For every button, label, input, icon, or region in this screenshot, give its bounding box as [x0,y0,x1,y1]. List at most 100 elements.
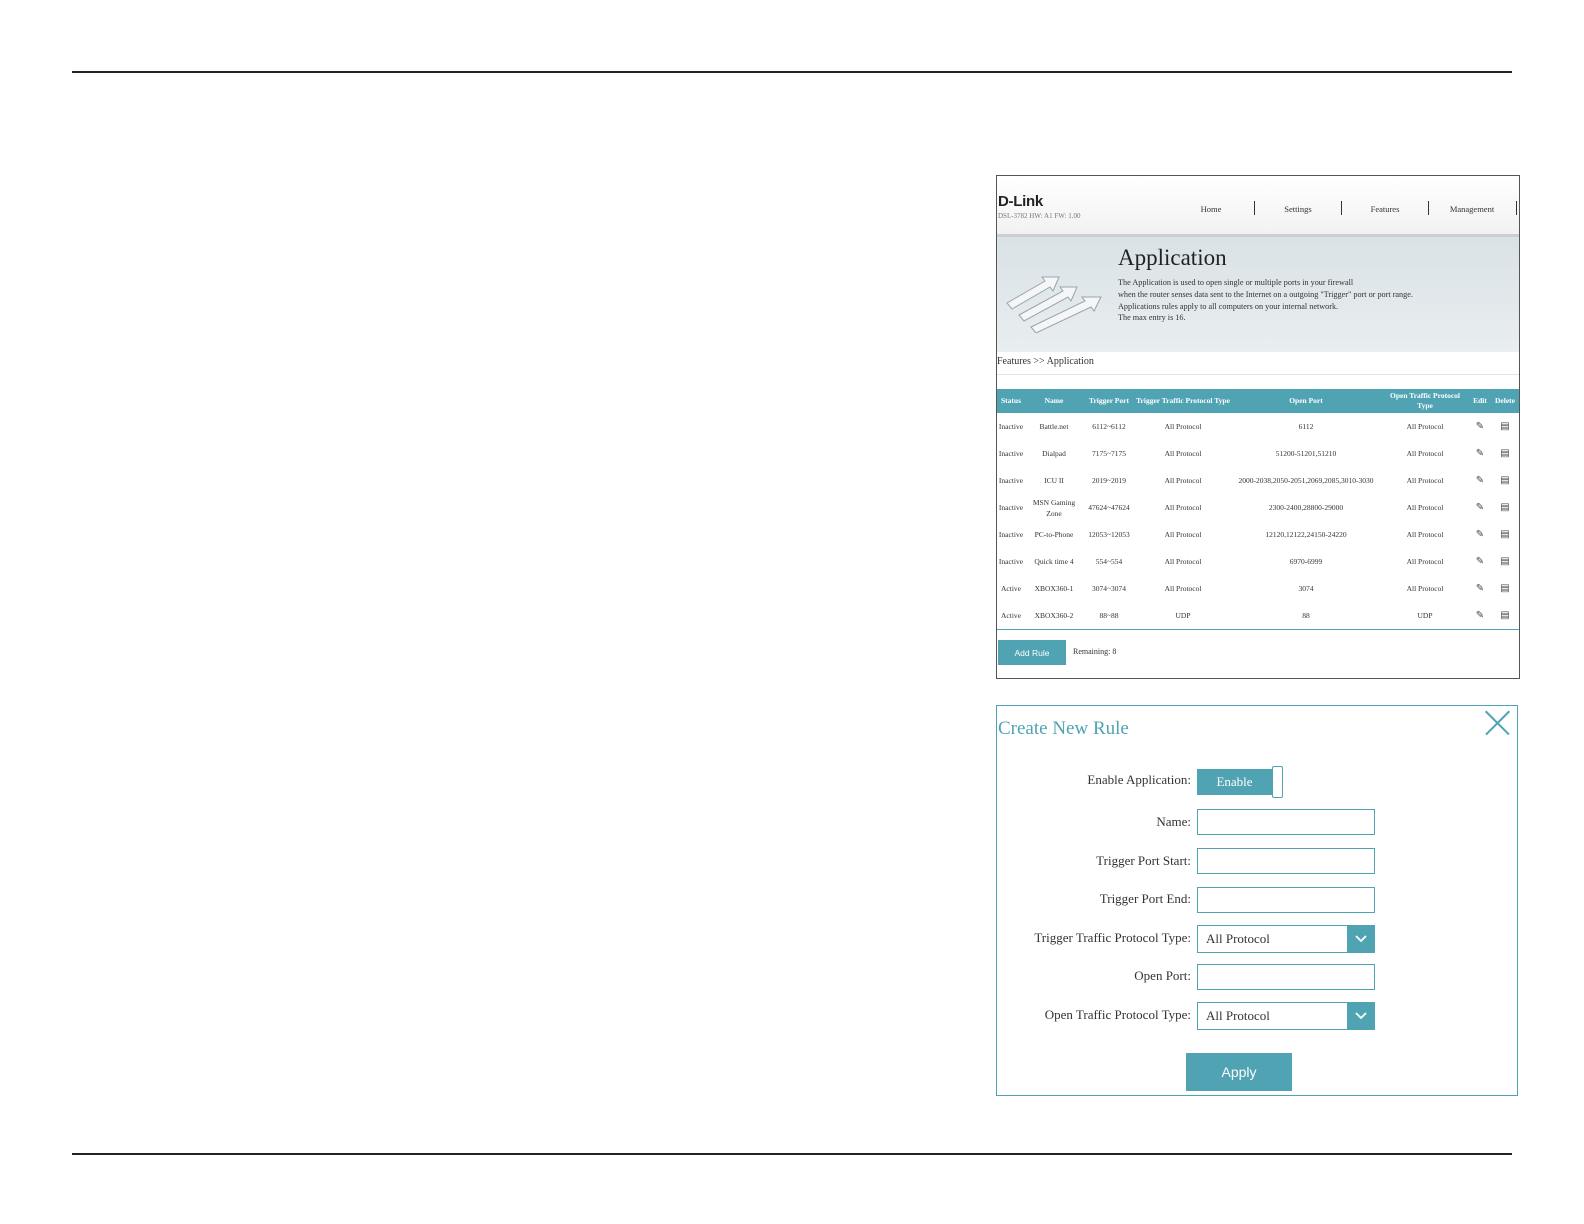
rule-open-proto: All Protocol [1406,530,1444,539]
trigger-protocol-select[interactable]: All Protocol [1197,925,1375,953]
open-protocol-select[interactable]: All Protocol [1197,1002,1375,1030]
rule-trigger-port: 47624~47624 [1088,503,1130,512]
rule-name: Quick time 4 [1034,557,1074,566]
page-title: Application [1118,245,1227,270]
chevron-down-icon[interactable] [1347,926,1374,952]
rule-trigger-port: 88~88 [1099,611,1119,620]
rule-status: Inactive [998,476,1024,485]
rule-name: PC-to-Phone [1034,530,1074,539]
rule-open-proto: All Protocol [1406,422,1444,431]
model-info: DSL-3782 HW: A1 FW: 1.00 [998,212,1081,220]
bottom-divider [72,1153,1512,1155]
application-arrows-icon [1006,276,1102,333]
delete-cell: ▤ [1491,413,1519,440]
rule-trigger-port: 12053~12053 [1088,530,1130,539]
page-description: The Application is used to open single o… [1118,278,1413,323]
close-icon[interactable] [1484,710,1510,736]
rule-trigger-proto: All Protocol [1164,503,1202,512]
rule-trigger-proto: All Protocol [1164,449,1202,458]
name-label: Name: [1156,814,1191,829]
rule-name: Battle.net [1039,422,1069,431]
rule-trigger-proto: All Protocol [1164,557,1202,566]
open-port-input[interactable] [1197,964,1375,990]
trigger-protocol-value: All Protocol [1206,931,1270,946]
open-port-label: Open Port: [1134,968,1191,983]
enable-application-toggle[interactable]: Enable [1197,766,1285,798]
trash-icon[interactable]: ▤ [1500,556,1509,567]
hero-banner: Application The Application is used to o… [997,234,1519,352]
col-open-proto: Open Traffic Protocol Type [1381,389,1469,413]
edit-cell: ✎ [1469,467,1491,494]
rule-status: Inactive [998,449,1024,458]
col-trigger-port: Trigger Port [1083,389,1135,413]
rule-open-port: 51200-51201,51210 [1275,449,1337,458]
pencil-icon[interactable]: ✎ [1476,475,1484,486]
table-row: Active XBOX360-2 88~88 UDP 88 UDP ✎ ▤ [997,602,1519,629]
trash-icon[interactable]: ▤ [1500,610,1509,621]
rule-status: Inactive [998,530,1024,539]
trash-icon[interactable]: ▤ [1500,421,1509,432]
rule-trigger-proto: All Protocol [1164,584,1202,593]
open-protocol-label: Open Traffic Protocol Type: [1044,1007,1191,1022]
apply-button[interactable]: Apply [1186,1053,1292,1091]
rule-trigger-port: 7175~7175 [1091,449,1127,458]
col-edit: Edit [1469,389,1491,413]
rule-open-proto: All Protocol [1406,449,1444,458]
nav-settings[interactable]: Settings [1258,204,1338,214]
pencil-icon[interactable]: ✎ [1476,448,1484,459]
pencil-icon[interactable]: ✎ [1476,502,1484,513]
trash-icon[interactable]: ▤ [1500,529,1509,540]
edit-cell: ✎ [1469,413,1491,440]
dialog-title: Create New Rule [998,718,1129,739]
toggle-state: Enable [1197,769,1272,795]
table-row: Inactive Battle.net 6112~6112 All Protocol 6… [997,413,1519,440]
rule-trigger-port: 3074~3074 [1091,584,1127,593]
rule-trigger-proto: All Protocol [1164,422,1202,431]
breadcrumb: Features >> Application [997,356,1094,367]
nav-separator [1428,201,1429,215]
rule-open-port: 6112 [1298,422,1314,431]
pencil-icon[interactable]: ✎ [1476,556,1484,567]
nav-separator [1516,201,1517,215]
trash-icon[interactable]: ▤ [1500,502,1509,513]
name-input[interactable] [1197,809,1375,835]
trigger-port-end-input[interactable] [1197,887,1375,913]
trash-icon[interactable]: ▤ [1500,583,1509,594]
trigger-port-start-label: Trigger Port Start: [1096,853,1191,868]
rule-status: Active [1001,611,1021,620]
pencil-icon[interactable]: ✎ [1476,610,1484,621]
rule-open-proto: All Protocol [1406,476,1444,485]
col-status: Status [997,389,1025,413]
toggle-knob[interactable] [1272,766,1283,798]
dlink-logo: D-Link [998,193,1043,210]
rule-trigger-port: 554~554 [1095,557,1123,566]
top-divider [72,71,1512,73]
rule-open-proto: All Protocol [1406,557,1444,566]
nav-features[interactable]: Features [1345,204,1425,214]
col-open-port: Open Port [1231,389,1381,413]
edit-cell: ✎ [1469,521,1491,548]
open-protocol-value: All Protocol [1206,1008,1270,1023]
nav-separator [1254,201,1255,215]
trigger-port-start-input[interactable] [1197,848,1375,874]
rule-open-port: 2300-2400,28800-29000 [1268,503,1344,512]
rule-trigger-proto: All Protocol [1164,476,1202,485]
trigger-port-end-label: Trigger Port End: [1099,891,1191,906]
chevron-down-icon[interactable] [1347,1003,1374,1029]
nav-home[interactable]: Home [1171,204,1251,214]
edit-cell: ✎ [1469,440,1491,467]
pencil-icon[interactable]: ✎ [1476,421,1484,432]
pencil-icon[interactable]: ✎ [1476,583,1484,594]
add-rule-button[interactable]: Add Rule [998,640,1066,665]
rule-status: Active [1001,584,1021,593]
rule-status: Inactive [998,422,1024,431]
delete-cell: ▤ [1491,602,1519,629]
pencil-icon[interactable]: ✎ [1476,529,1484,540]
nav-management[interactable]: Management [1432,204,1512,214]
trash-icon[interactable]: ▤ [1500,448,1509,459]
rule-trigger-port: 2019~2019 [1091,476,1127,485]
application-rules-table: Status Name Trigger Port Trigger Traffic… [997,389,1519,629]
rule-name: Dialpad [1042,449,1066,458]
trash-icon[interactable]: ▤ [1500,475,1509,486]
table-header: Status Name Trigger Port Trigger Traffic… [997,389,1519,413]
